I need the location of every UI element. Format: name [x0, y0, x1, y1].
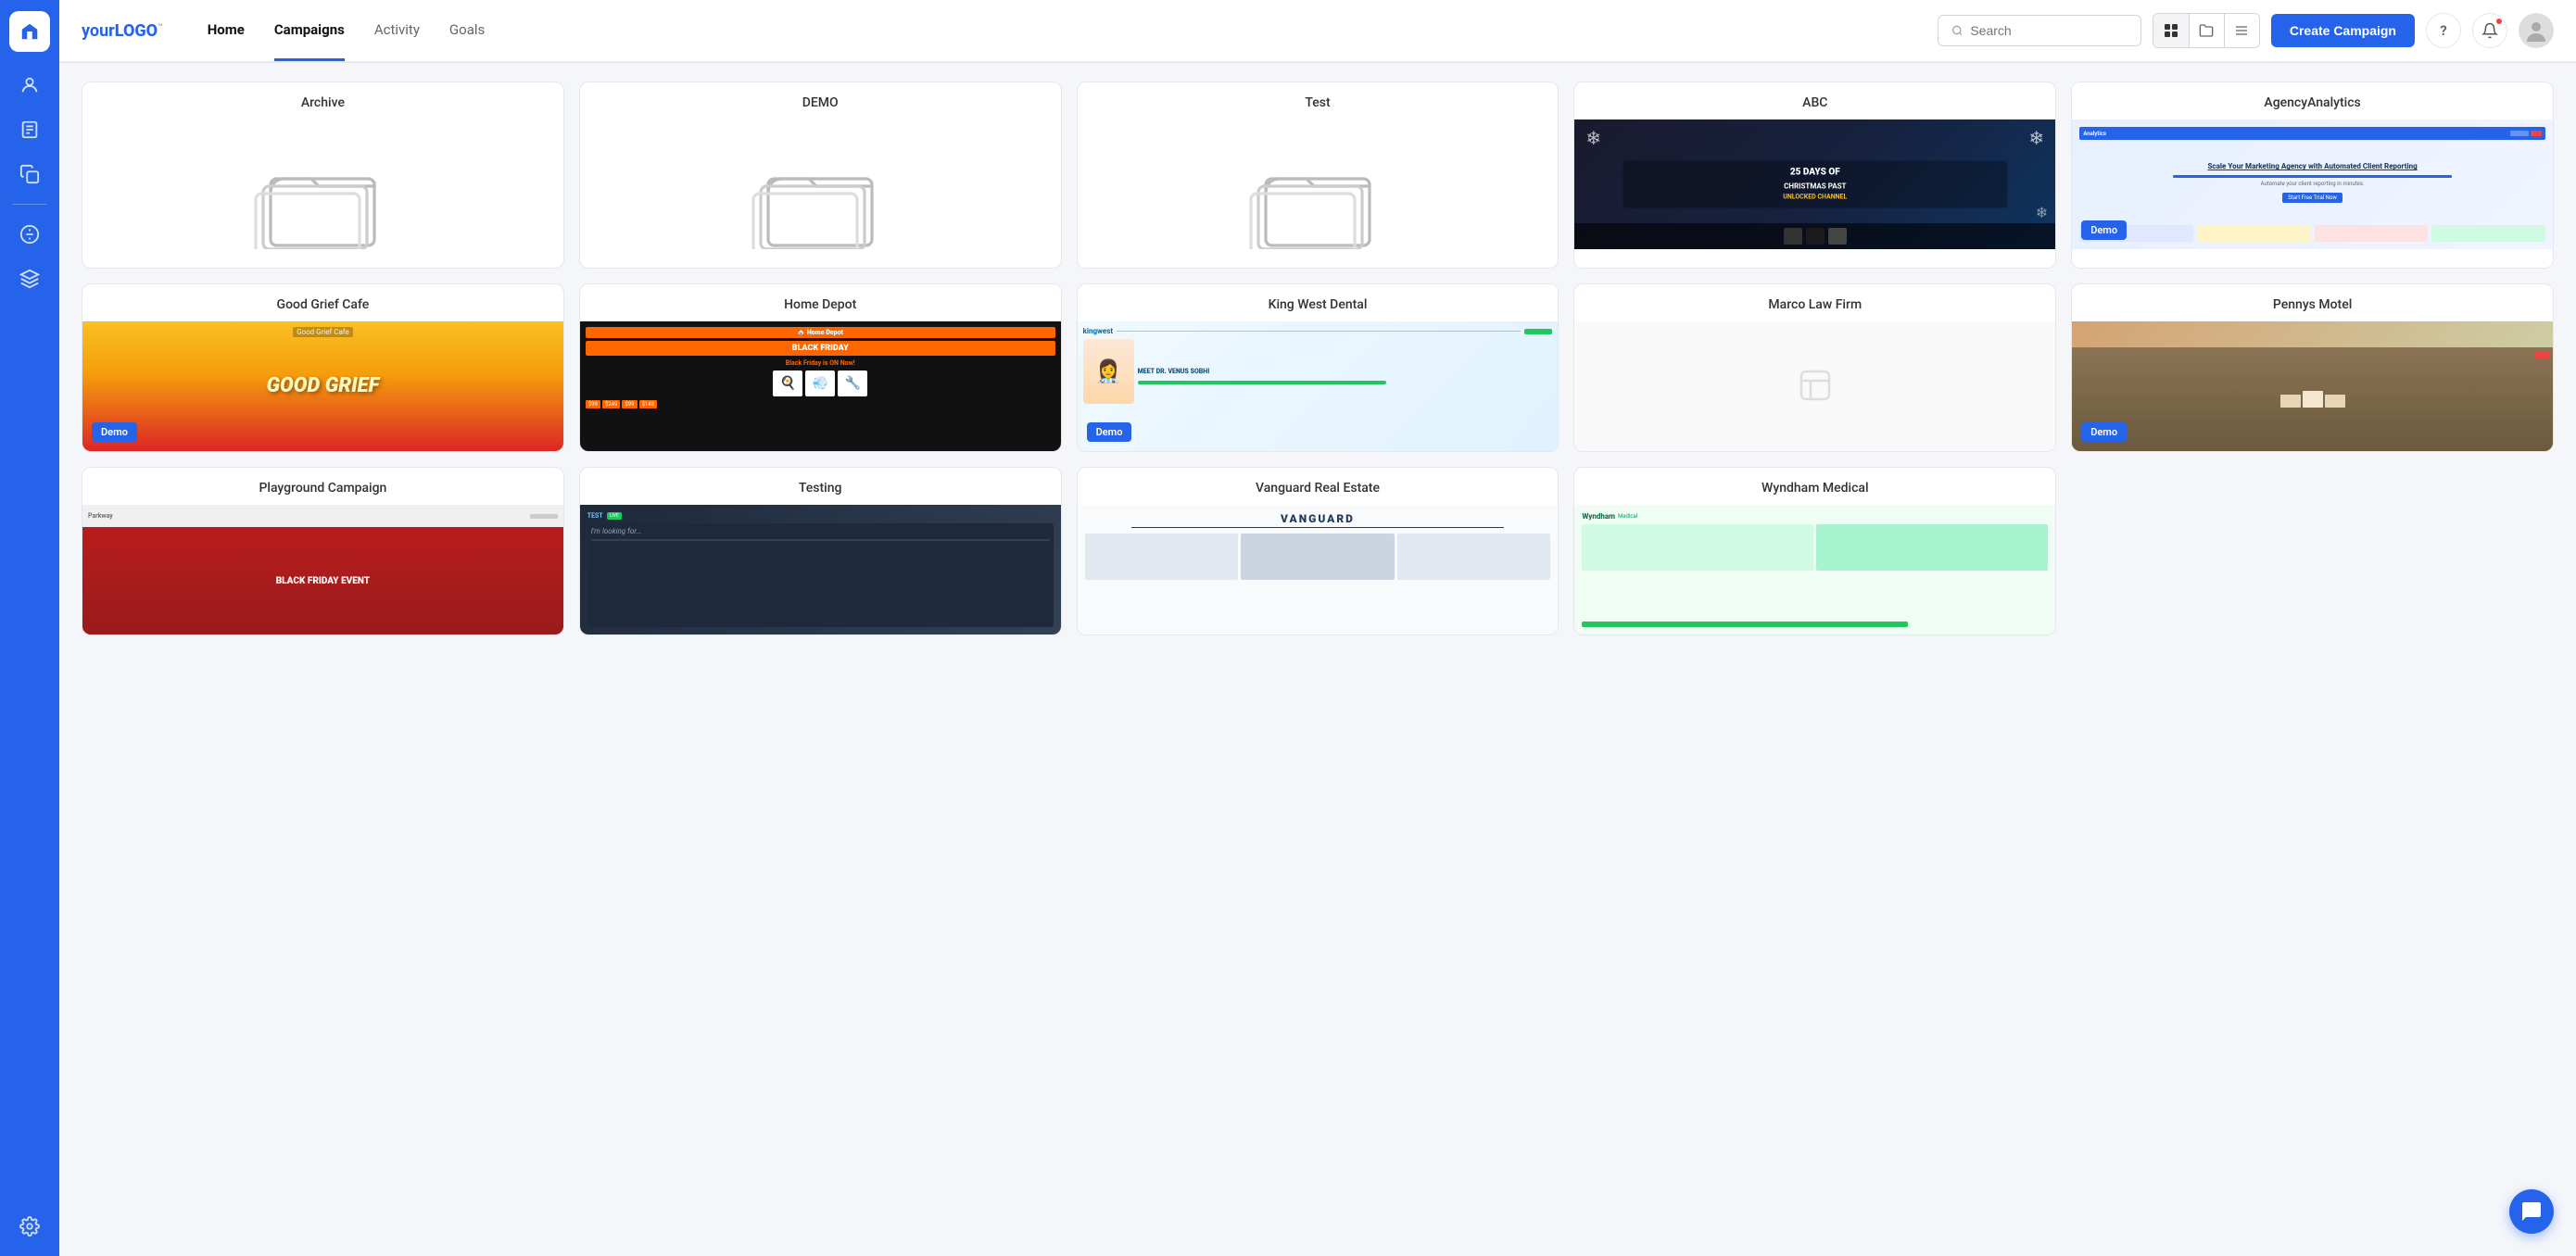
campaign-card-home-depot[interactable]: Home Depot 🏠 Home Depot BLACK FRIDAY Bla… [579, 283, 1062, 452]
sidebar-icon-users[interactable] [11, 67, 48, 104]
folder-icon-demo [580, 119, 1061, 268]
card-image-agency: Analytics Scale Your Marketing Agency wi… [2072, 119, 2553, 249]
search-icon [1951, 24, 1963, 37]
topbar: yourLOGO™ Home Campaigns Activity Goals [59, 0, 2576, 63]
card-title-vanguard: Vanguard Real Estate [1078, 468, 1559, 505]
card-image-abc: ❄ ❄ ❄ 25 DAYS OF CHRISTMAS PAST UNLOCKED… [1574, 119, 2055, 249]
campaign-card-test[interactable]: Test [1077, 82, 1559, 269]
folder-icon-test [1078, 119, 1559, 268]
card-image-vanguard: VANGUARD [1078, 505, 1559, 634]
campaign-grid: Archive DEMO [82, 82, 2554, 635]
campaign-card-playground[interactable]: Playground Campaign Parkway BLACK FRIDAY… [82, 467, 564, 635]
view-folder-button[interactable] [2189, 14, 2224, 47]
create-campaign-button[interactable]: Create Campaign [2271, 14, 2415, 47]
main-content: yourLOGO™ Home Campaigns Activity Goals [59, 0, 2576, 1256]
card-title-playground: Playground Campaign [82, 468, 563, 505]
demo-badge-pennys: Demo [2081, 422, 2127, 442]
campaign-card-archive[interactable]: Archive [82, 82, 564, 269]
view-toggle [2153, 13, 2260, 48]
topbar-right: Create Campaign ? [1938, 13, 2554, 48]
tab-goals[interactable]: Goals [449, 1, 485, 61]
sidebar-home-button[interactable] [9, 11, 50, 52]
card-image-wyndham: Wyndham Medical [1574, 505, 2055, 634]
sidebar-icon-billing[interactable] [11, 216, 48, 253]
card-title-agency-analytics: AgencyAnalytics [2072, 82, 2553, 119]
card-title-good-grief: Good Grief Cafe [82, 284, 563, 321]
campaign-card-pennys-motel[interactable]: Pennys Motel Demo [2071, 283, 2554, 452]
user-avatar[interactable] [2519, 13, 2554, 48]
tab-home[interactable]: Home [208, 1, 245, 61]
testing-text: I'm looking for... [591, 527, 1050, 535]
card-image-king-west-dental: kingwest 👩‍⚕️ MEET DR. VENUS SOBHI [1078, 321, 1559, 451]
agency-main-text: Scale Your Marketing Agency with Automat… [2079, 162, 2545, 171]
campaign-card-king-west-dental[interactable]: King West Dental kingwest 👩‍⚕️ MEET DR. … [1077, 283, 1559, 452]
nav-tabs: Home Campaigns Activity Goals [208, 1, 1938, 61]
sidebar [0, 0, 59, 1256]
card-title-wyndham: Wyndham Medical [1574, 468, 2055, 505]
campaign-card-good-grief[interactable]: Good Grief Cafe GOOD GRIEF Good Grief Ca… [82, 283, 564, 452]
search-box[interactable] [1938, 15, 2141, 46]
card-image-marco [1574, 321, 2055, 451]
campaign-card-vanguard[interactable]: Vanguard Real Estate VANGUARD [1077, 467, 1559, 635]
demo-badge-agency: Demo [2081, 220, 2127, 240]
dental-text: MEET DR. VENUS SOBHI [1138, 368, 1553, 376]
card-title-king-west-dental: King West Dental [1078, 284, 1559, 321]
content-area: Archive DEMO [59, 63, 2576, 1256]
sidebar-icon-copy[interactable] [11, 156, 48, 193]
view-grid-button[interactable] [2153, 14, 2189, 47]
card-title-testing: Testing [580, 468, 1061, 505]
folder-icon-archive [82, 119, 563, 268]
chat-button[interactable] [2509, 1189, 2554, 1234]
logo-your: your [82, 21, 115, 41]
card-title-pennys-motel: Pennys Motel [2072, 284, 2553, 321]
card-title-demo: DEMO [580, 82, 1061, 119]
campaign-card-abc[interactable]: ABC ❄ ❄ ❄ 25 DAYS OF CHRISTMAS PAST UNLO… [1573, 82, 2056, 269]
campaign-card-wyndham[interactable]: Wyndham Medical Wyndham Medical [1573, 467, 2056, 635]
sidebar-icon-settings[interactable] [11, 1208, 48, 1245]
bell-icon [2481, 22, 2498, 39]
logo: yourLOGO™ [82, 21, 163, 41]
vanguard-text: VANGUARD [1085, 512, 1551, 525]
card-image-pennys-motel: Demo [2072, 321, 2553, 451]
campaign-card-marco-law[interactable]: Marco Law Firm [1573, 283, 2056, 452]
search-input[interactable] [1970, 23, 2128, 38]
card-title-marco-law: Marco Law Firm [1574, 284, 2055, 321]
card-image-good-grief: GOOD GRIEF Good Grief Cafe Demo [82, 321, 563, 451]
tab-activity[interactable]: Activity [374, 1, 420, 61]
card-title-home-depot: Home Depot [580, 284, 1061, 321]
notification-dot [2495, 18, 2503, 25]
card-image-testing: TEST LIVE I'm looking for... [580, 505, 1061, 634]
card-title-archive: Archive [82, 82, 563, 119]
card-title-abc: ABC [1574, 82, 2055, 119]
card-image-playground: Parkway BLACK FRIDAY EVENT [82, 505, 563, 634]
card-image-home-depot: 🏠 Home Depot BLACK FRIDAY Black Friday i… [580, 321, 1061, 451]
campaign-card-testing[interactable]: Testing TEST LIVE I'm looking for... [579, 467, 1062, 635]
campaign-card-demo[interactable]: DEMO [579, 82, 1062, 269]
playground-text: BLACK FRIDAY EVENT [276, 576, 370, 586]
demo-badge-dental: Demo [1087, 422, 1132, 442]
view-list-button[interactable] [2224, 14, 2259, 47]
demo-badge-good-grief: Demo [92, 422, 137, 442]
card-title-test: Test [1078, 82, 1559, 119]
campaign-card-agency-analytics[interactable]: AgencyAnalytics Analytics Scale Your Mar… [2071, 82, 2554, 269]
sidebar-divider [13, 204, 46, 205]
sidebar-icon-reports[interactable] [11, 111, 48, 148]
tab-campaigns[interactable]: Campaigns [274, 1, 345, 61]
notifications-button[interactable] [2472, 13, 2507, 48]
sidebar-icon-plugins[interactable] [11, 260, 48, 297]
question-icon: ? [2440, 22, 2446, 39]
logo-brand: LOGO [115, 21, 158, 41]
cafe-text: GOOD GRIEF [267, 375, 380, 397]
help-button[interactable]: ? [2426, 13, 2461, 48]
